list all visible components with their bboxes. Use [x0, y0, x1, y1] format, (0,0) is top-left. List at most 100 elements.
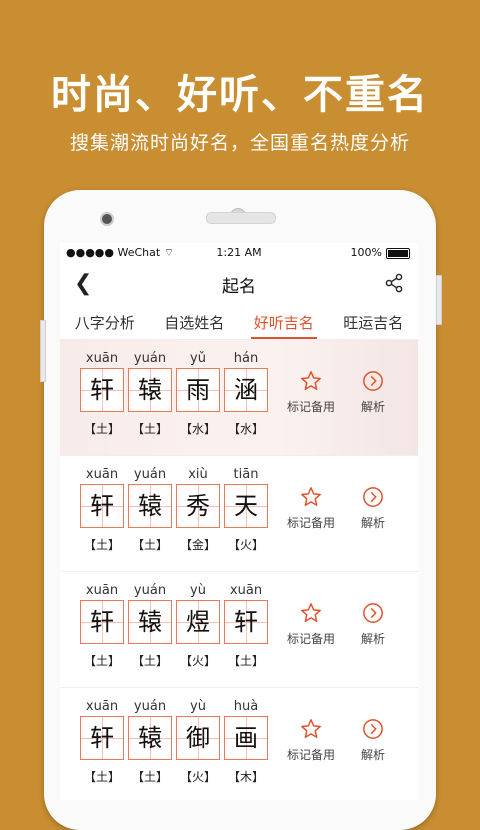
analyze-button[interactable]: 解析 — [342, 486, 404, 531]
char-cell: yuán 辕【土】 — [126, 698, 174, 785]
pinyin: xuān — [85, 583, 119, 598]
name-chars: xuān 轩【土】 yuán 辕【土】 xiù 秀【金】 tiān 天【火】 — [78, 466, 270, 553]
mark-button[interactable]: 标记备用 — [280, 370, 342, 415]
name-row[interactable]: xuān 轩【土】 yuán 辕【土】 yǔ 雨【水】 hán 涵【水】 标记备用 解析 — [60, 340, 418, 456]
pinyin: huà — [233, 699, 259, 714]
char-box: 轩 — [224, 600, 268, 644]
row-actions: 标记备用 解析 — [280, 486, 404, 531]
name-row[interactable]: xuān 轩【土】 yuán 辕【土】 yù 煜【火】 xuān 轩【土】 标记备用 解… — [60, 572, 418, 688]
element: 【土】 — [83, 422, 120, 436]
char-box: 辕 — [128, 716, 172, 760]
name-chars: xuān 轩【土】 yuán 辕【土】 yù 煜【火】 xuān 轩【土】 — [78, 582, 270, 669]
pinyin: xiù — [188, 467, 208, 482]
char-cell: yù 煜【火】 — [174, 582, 222, 669]
tab-custom-name[interactable]: 自选姓名 — [150, 303, 240, 339]
tab-lucky-names[interactable]: 旺运吉名 — [329, 303, 419, 339]
element: 【水】 — [179, 422, 216, 436]
share-icon[interactable] — [384, 273, 404, 293]
element: 【火】 — [227, 538, 264, 552]
mark-button[interactable]: 标记备用 — [280, 602, 342, 647]
battery-icon — [386, 248, 410, 259]
element: 【土】 — [131, 770, 168, 784]
nav-bar: ❮ 起名 — [60, 263, 418, 303]
analyze-button[interactable]: 解析 — [342, 718, 404, 763]
pinyin: yuán — [133, 351, 167, 366]
mark-button[interactable]: 标记备用 — [280, 486, 342, 531]
char-box: 秀 — [176, 484, 220, 528]
element: 【金】 — [179, 538, 216, 552]
char-box: 轩 — [80, 600, 124, 644]
tab-bar: 八字分析 自选姓名 好听吉名 旺运吉名 — [60, 303, 418, 340]
app-screen: ●●●●● WeChat ⌔ 1:21 AM 100% ❮ 起名 八字分析 自选… — [60, 243, 418, 800]
tab-good-names[interactable]: 好听吉名 — [239, 303, 329, 339]
char-box: 御 — [176, 716, 220, 760]
pinyin: yǔ — [190, 351, 206, 366]
analyze-label: 解析 — [360, 632, 385, 646]
char-box: 辕 — [128, 368, 172, 412]
star-icon — [301, 719, 321, 738]
element: 【土】 — [83, 770, 120, 784]
analyze-label: 解析 — [360, 516, 385, 530]
hanzi: 辕 — [138, 608, 162, 636]
pinyin: yuán — [133, 583, 167, 598]
element: 【火】 — [179, 654, 216, 668]
tab-bazi[interactable]: 八字分析 — [60, 303, 150, 339]
char-cell: yuán 辕【土】 — [126, 466, 174, 553]
analyze-label: 解析 — [360, 400, 385, 414]
hanzi: 轩 — [90, 492, 114, 520]
hanzi: 轩 — [90, 376, 114, 404]
hanzi: 辕 — [138, 724, 162, 752]
name-row[interactable]: xuān 轩【土】 yuán 辕【土】 yù 御【火】 huà 画【木】 标记备用 解析 — [60, 688, 418, 800]
element: 【土】 — [131, 538, 168, 552]
pinyin: hán — [233, 351, 259, 366]
pinyin: yuán — [133, 699, 167, 714]
star-icon — [301, 603, 321, 622]
promo-subline: 搜集潮流时尚好名，全国重名热度分析 — [69, 132, 410, 154]
hanzi: 天 — [234, 492, 258, 520]
row-actions: 标记备用 解析 — [280, 718, 404, 763]
row-actions: 标记备用 解析 — [280, 602, 404, 647]
char-cell: huà 画【木】 — [222, 698, 270, 785]
hanzi: 雨 — [186, 376, 210, 404]
char-cell: xuān 轩【土】 — [78, 582, 126, 669]
status-bar: ●●●●● WeChat ⌔ 1:21 AM 100% — [60, 243, 418, 263]
char-cell: xiù 秀【金】 — [174, 466, 222, 553]
char-box: 辕 — [128, 600, 172, 644]
hanzi: 轩 — [234, 608, 258, 636]
char-box: 轩 — [80, 368, 124, 412]
battery-percent: 100% — [350, 246, 382, 259]
analyze-button[interactable]: 解析 — [342, 370, 404, 415]
hanzi: 涵 — [234, 376, 258, 404]
row-actions: 标记备用 解析 — [280, 370, 404, 415]
char-box: 轩 — [80, 484, 124, 528]
element: 【土】 — [131, 654, 168, 668]
name-row[interactable]: xuān 轩【土】 yuán 辕【土】 xiù 秀【金】 tiān 天【火】 标记备用 … — [60, 456, 418, 572]
phone-side-button-right — [436, 275, 442, 325]
chevron-right-circle-icon — [363, 487, 383, 507]
char-box: 煜 — [176, 600, 220, 644]
chevron-right-circle-icon — [363, 719, 383, 739]
char-cell: yù 御【火】 — [174, 698, 222, 785]
hanzi: 轩 — [90, 608, 114, 636]
char-cell: yuán 辕【土】 — [126, 582, 174, 669]
analyze-button[interactable]: 解析 — [342, 602, 404, 647]
pinyin: xuān — [85, 699, 119, 714]
char-cell: yǔ 雨【水】 — [174, 350, 222, 437]
element: 【土】 — [131, 422, 168, 436]
char-cell: hán 涵【水】 — [222, 350, 270, 437]
hanzi: 画 — [234, 724, 258, 752]
hanzi: 秀 — [186, 492, 210, 520]
front-camera — [100, 212, 114, 226]
element: 【火】 — [179, 770, 216, 784]
element: 【土】 — [83, 538, 120, 552]
element: 【木】 — [227, 770, 264, 784]
hanzi: 辕 — [138, 492, 162, 520]
page-title: 起名 — [222, 277, 256, 297]
promo-headline: 时尚、好听、不重名 — [51, 72, 429, 118]
char-cell: yuán 辕【土】 — [126, 350, 174, 437]
name-chars: xuān 轩【土】 yuán 辕【土】 yǔ 雨【水】 hán 涵【水】 — [78, 350, 270, 437]
hanzi: 御 — [186, 724, 210, 752]
earpiece-speaker — [206, 212, 276, 224]
mark-button[interactable]: 标记备用 — [280, 718, 342, 763]
phone-side-button-left — [40, 320, 46, 382]
